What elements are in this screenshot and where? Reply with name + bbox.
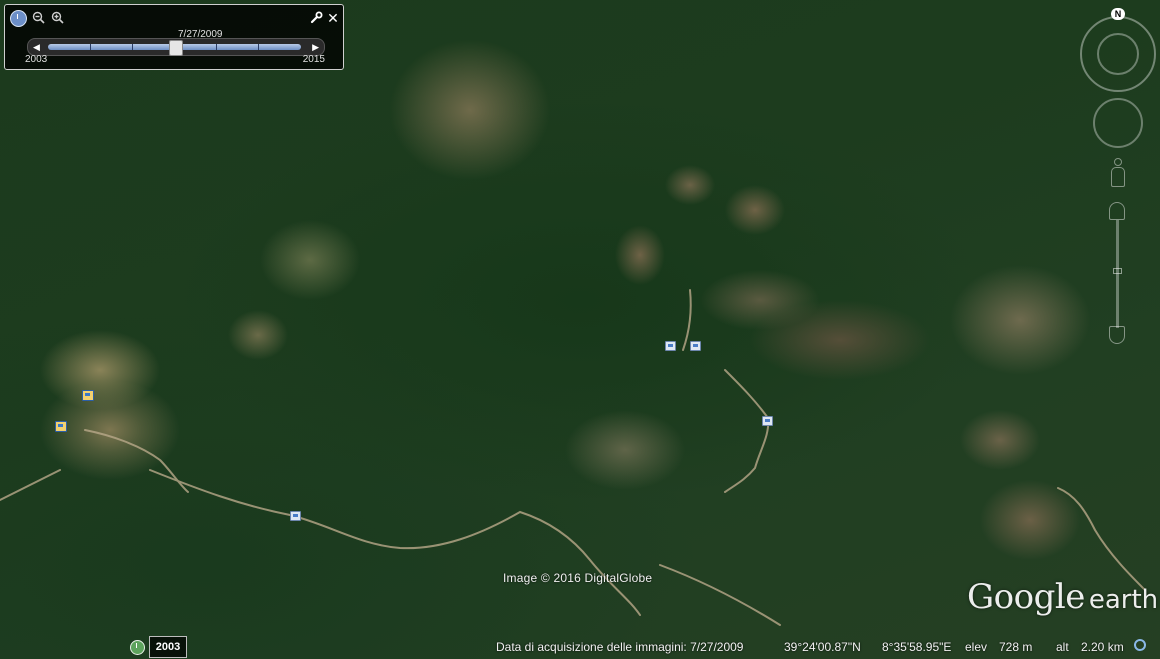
time-slider-thumb[interactable] [168,40,183,56]
zoom-in-icon[interactable] [50,11,64,25]
elevation-value: 728 m [999,640,1033,654]
close-icon[interactable]: ✕ [326,11,340,25]
zoom-slider[interactable] [1108,202,1128,348]
zoom-out-icon[interactable] [31,11,45,25]
altitude-value: 2.20 km [1081,640,1124,654]
photo-placemark[interactable] [665,341,676,351]
wrench-icon[interactable] [309,11,323,25]
photo-placemark[interactable] [690,341,701,351]
zoom-out-button[interactable] [1109,326,1125,344]
look-joystick[interactable] [1097,33,1139,75]
slider-start-year: 2003 [25,54,48,65]
compass-ring[interactable] [1080,16,1156,92]
street-view-pegman-icon[interactable] [1109,158,1127,194]
historical-imagery-clock-icon[interactable] [10,10,27,27]
zoom-slider-knob[interactable] [1113,268,1122,274]
elevation-label: elev [965,640,988,654]
photo-placemark[interactable] [762,416,773,426]
move-joystick[interactable] [1093,98,1143,148]
logo-earth-text: earth [1088,585,1159,615]
north-button[interactable]: N [1111,8,1125,20]
status-bar: 2003 Data di acquisizione delle immagini… [0,634,1160,659]
photo-placemark[interactable] [290,511,301,521]
satellite-map[interactable] [0,0,1160,659]
skip-back-icon[interactable]: ◀ [33,42,40,53]
navigation-controls: N [1080,8,1158,348]
historical-imagery-clock-icon[interactable] [130,640,145,655]
slider-end-year: 2015 [302,54,325,65]
streaming-status-icon [1134,639,1146,651]
acquisition-date: Data di acquisizione delle immagini: 7/2… [496,640,744,654]
time-slider[interactable]: ◀ ▶ [27,38,325,56]
imagery-year-button[interactable]: 2003 [149,636,187,658]
longitude-readout: 8°35'58.95"E [882,640,952,654]
imagery-attribution: Image © 2016 DigitalGlobe [503,571,653,585]
photo-placemark[interactable] [82,390,94,401]
zoom-in-button[interactable] [1109,202,1125,220]
altitude-label: alt [1056,640,1069,654]
google-earth-logo: Google earth [967,577,1158,617]
photo-placemark[interactable] [55,421,67,432]
latitude-readout: 39°24'00.87"N [784,640,861,654]
skip-forward-icon[interactable]: ▶ [312,42,319,53]
historical-imagery-panel: ✕ 7/27/2009 ◀ ▶ 2003 2015 [4,4,344,70]
logo-google-text: Google [967,577,1085,617]
time-slider-track[interactable] [48,40,301,56]
